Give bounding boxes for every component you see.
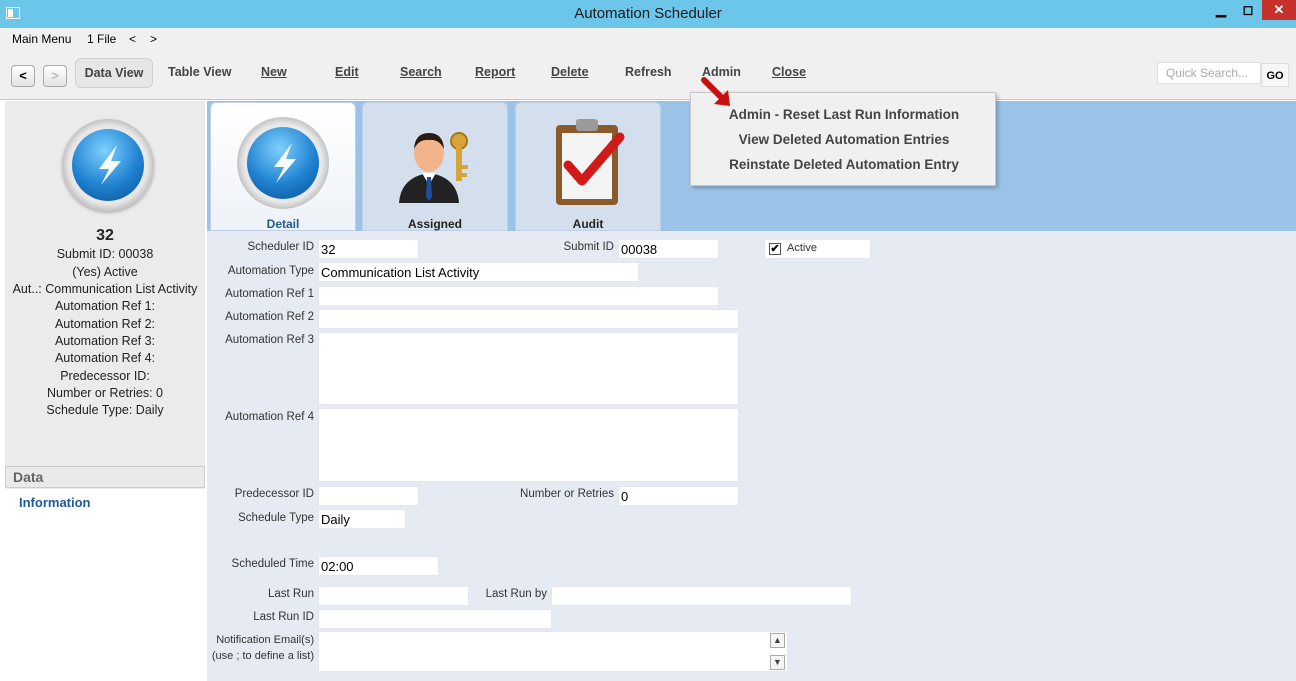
summary-ref2: Automation Ref 2:: [54, 317, 156, 331]
tab-assigned[interactable]: Assigned: [362, 102, 508, 231]
tab-detail-label: Detail: [266, 217, 300, 231]
tab-assigned-label: Assigned: [407, 217, 462, 231]
information-link[interactable]: Information: [19, 495, 91, 510]
refresh-button[interactable]: Refresh: [625, 65, 672, 79]
record-summary-panel: 32 Submit ID: 00038 (Yes) Active Aut..: …: [5, 101, 205, 681]
data-section-body: [5, 489, 205, 681]
data-section-header: Data: [5, 466, 205, 488]
summary-schedule-type: Schedule Type: Daily: [46, 403, 164, 417]
lightning-bolt-icon: [274, 143, 296, 183]
retries-field[interactable]: 0: [618, 486, 739, 506]
automation-icon: [237, 117, 329, 209]
scheduler-id-label: Scheduler ID: [247, 241, 314, 253]
tab-detail[interactable]: Detail: [210, 102, 356, 231]
automation-type-field[interactable]: Communication List Activity: [318, 262, 639, 282]
ref1-field[interactable]: [318, 286, 719, 306]
schedule-type-label: Schedule Type: [238, 512, 314, 524]
forward-button[interactable]: >: [43, 65, 67, 87]
scheduled-time-field[interactable]: 02:00: [318, 556, 439, 576]
search-button[interactable]: Search: [400, 65, 442, 79]
clipboard-check-icon: [556, 119, 625, 205]
window-title: Automation Scheduler: [574, 5, 722, 22]
last-run-id-label: Last Run ID: [253, 611, 314, 623]
ref1-label: Automation Ref 1: [225, 288, 314, 300]
notification-label: Notification Email(s): [216, 634, 314, 646]
user-key-icon: [399, 132, 468, 203]
predecessor-id-field[interactable]: [318, 486, 419, 506]
summary-retries: Number or Retries: 0: [46, 386, 163, 400]
red-arrow-icon: [701, 77, 730, 106]
minimize-button[interactable]: ▁: [1208, 0, 1234, 20]
new-button[interactable]: New: [261, 65, 287, 79]
summary-active: (Yes) Active: [72, 265, 138, 279]
toolbar: < > Data View Table View New Edit Search…: [0, 50, 1296, 100]
scheduled-time-label: Scheduled Time: [231, 558, 314, 570]
last-run-label: Last Run: [267, 588, 314, 600]
report-button[interactable]: Report: [475, 65, 515, 79]
scroll-up-button[interactable]: ▲: [770, 633, 785, 648]
quick-search-input[interactable]: Quick Search...: [1157, 62, 1261, 84]
automation-icon: [62, 119, 154, 211]
summary-ref4: Automation Ref 4:: [54, 351, 156, 365]
data-view-button[interactable]: Data View: [75, 58, 153, 88]
close-button[interactable]: Close: [772, 65, 806, 79]
ref3-label: Automation Ref 3: [225, 334, 314, 346]
last-run-by-field[interactable]: [551, 586, 852, 606]
menu-file[interactable]: 1 File: [87, 32, 116, 46]
tab-audit[interactable]: Audit: [515, 102, 661, 231]
menu-main-menu[interactable]: Main Menu: [12, 32, 71, 46]
active-label: Active: [787, 242, 817, 254]
title-bar: Automation Scheduler ▁ ◻ ✕: [0, 0, 1296, 28]
ref4-field[interactable]: [318, 408, 739, 482]
ref2-label: Automation Ref 2: [225, 311, 314, 323]
schedule-type-field[interactable]: Daily: [318, 509, 406, 529]
automation-type-label: Automation Type: [227, 265, 314, 277]
record-id: 32: [96, 227, 114, 244]
retries-label: Number or Retries: [520, 488, 614, 500]
submit-id-label: Submit ID: [563, 241, 615, 253]
menu-item-reset-last-run[interactable]: Admin - Reset Last Run Information: [691, 107, 997, 122]
delete-button[interactable]: Delete: [551, 65, 589, 79]
summary-ref1: Automation Ref 1:: [54, 299, 156, 313]
menu-bar: Main Menu 1 File < >: [0, 28, 1296, 50]
menu-item-reinstate-deleted[interactable]: Reinstate Deleted Automation Entry: [691, 157, 997, 172]
summary-predecessor: Predecessor ID:: [60, 369, 150, 383]
ref3-field[interactable]: [318, 332, 739, 405]
active-checkbox[interactable]: ✔: [769, 243, 781, 255]
ref4-label: Automation Ref 4: [225, 411, 314, 423]
scroll-down-button[interactable]: ▼: [770, 655, 785, 670]
last-run-by-label: Last Run by: [485, 588, 547, 600]
edit-button[interactable]: Edit: [335, 65, 359, 79]
summary-automation-type: Aut..: Communication List Activity: [12, 282, 198, 296]
ref2-field[interactable]: [318, 309, 739, 329]
scheduler-id-field[interactable]: 32: [318, 239, 419, 259]
submit-id-field[interactable]: 00038: [618, 239, 719, 259]
close-window-button[interactable]: ✕: [1262, 0, 1296, 20]
lightning-bolt-icon: [99, 145, 121, 185]
notification-hint: (use ; to define a list): [211, 650, 314, 662]
go-button[interactable]: GO: [1261, 63, 1289, 87]
last-run-id-field[interactable]: [318, 609, 552, 629]
menu-back[interactable]: <: [129, 32, 136, 46]
summary-ref3: Automation Ref 3:: [54, 334, 156, 348]
main-content: Detail Assigned Audit Scheduler ID 32 Su…: [207, 101, 1296, 681]
back-button[interactable]: <: [11, 65, 35, 87]
summary-submit-id: Submit ID: 00038: [56, 247, 154, 261]
tab-audit-label: Audit: [572, 217, 604, 231]
predecessor-id-label: Predecessor ID: [234, 488, 314, 500]
menu-forward[interactable]: >: [150, 32, 157, 46]
maximize-button[interactable]: ◻: [1235, 0, 1261, 20]
notification-field[interactable]: [318, 631, 788, 672]
table-view-button[interactable]: Table View: [168, 65, 231, 79]
menu-item-view-deleted[interactable]: View Deleted Automation Entries: [691, 132, 997, 147]
